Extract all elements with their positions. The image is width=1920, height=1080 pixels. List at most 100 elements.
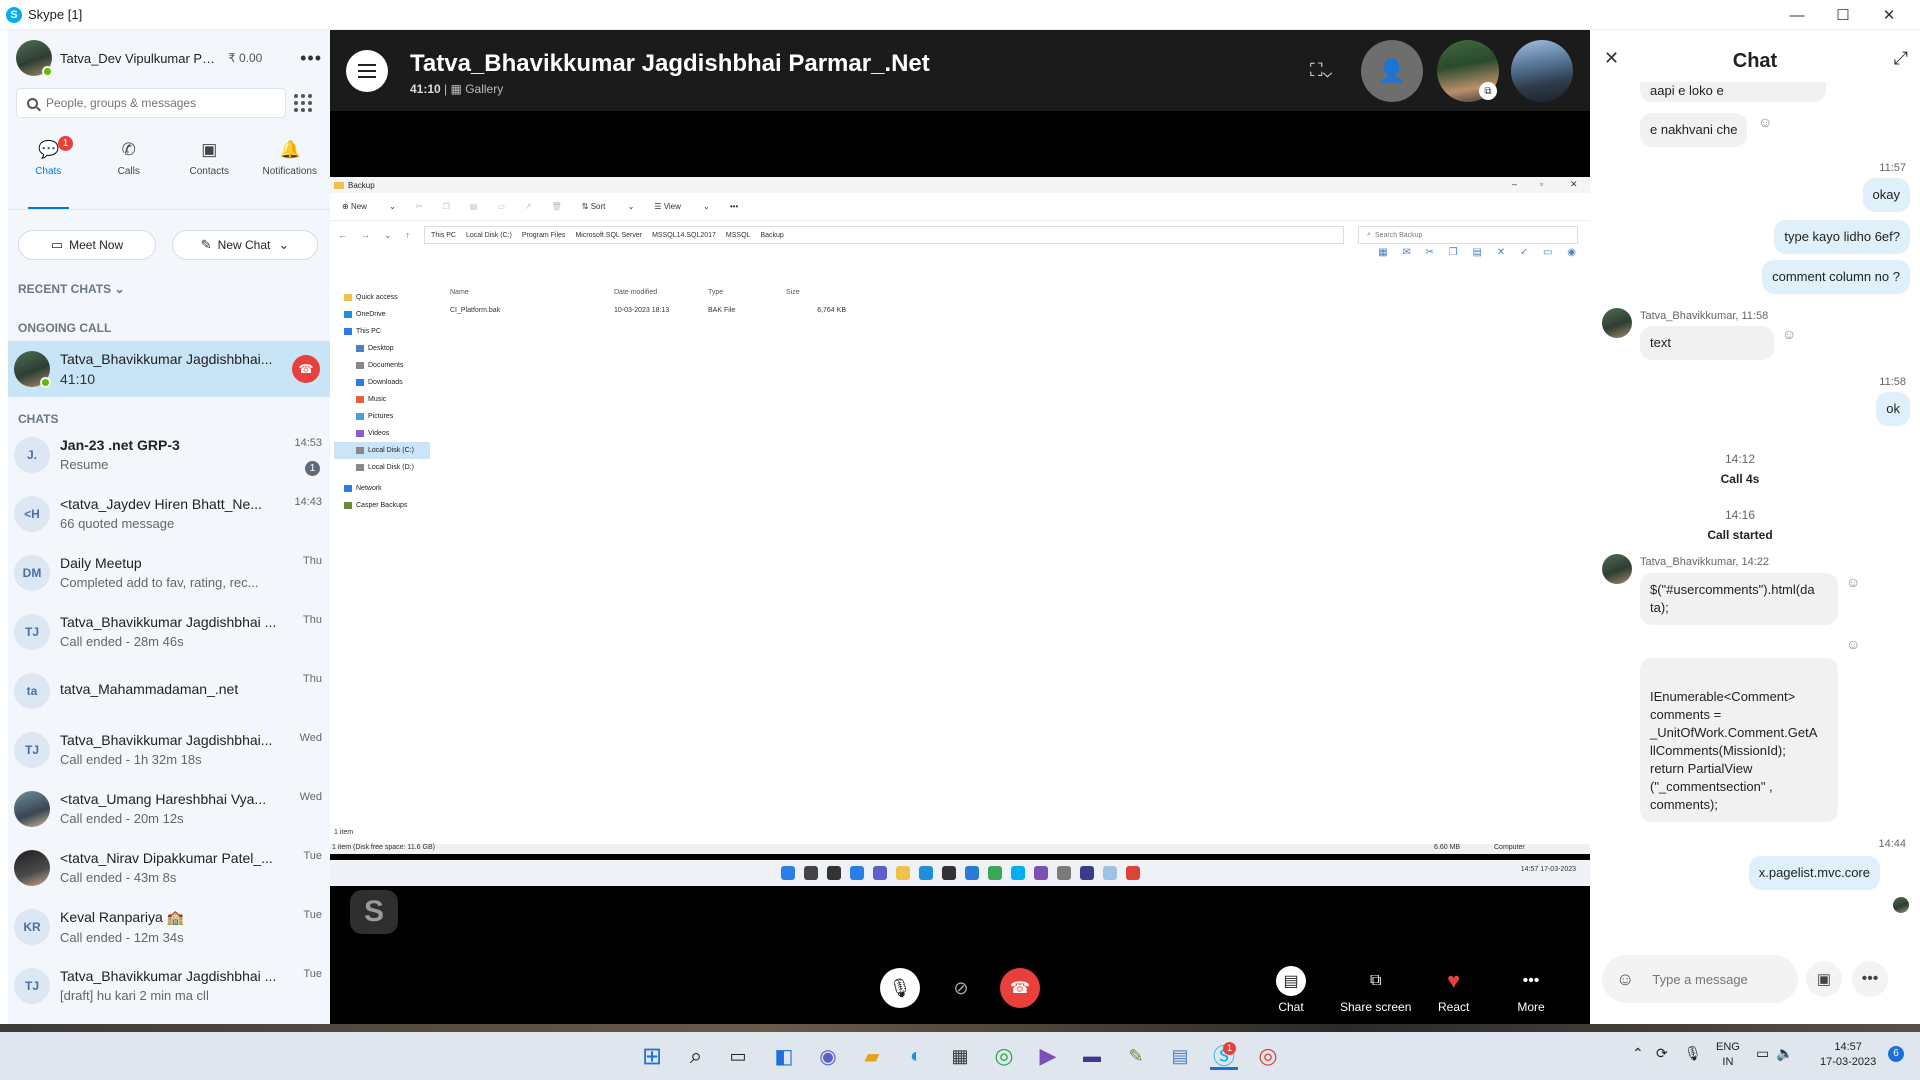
task-view-icon[interactable]: ▭ [724, 1042, 752, 1070]
start-icon[interactable]: ⊞ [638, 1042, 666, 1070]
tab-contacts[interactable]: ▣ Contacts [169, 130, 250, 209]
language-indicator[interactable]: ENG IN [1716, 1040, 1740, 1070]
chat-list-item[interactable]: TJ Tatva_Bhavikkumar Jagdishbhai ... [draf… [8, 956, 330, 1015]
expand-icon[interactable]: ⤢ [1894, 48, 1908, 69]
self-video[interactable] [1511, 40, 1573, 102]
teams-chat-icon[interactable]: ◉ [814, 1042, 842, 1070]
chat-list-item[interactable]: DM Daily Meetup Completed add to fav, rati… [8, 543, 330, 602]
call-time: 14:12 [1724, 452, 1756, 466]
shared-tool-icon [1056, 866, 1071, 880]
ongoing-call-item[interactable]: Tatva_Bhavikkumar Jagdishbhai... 41:10 ☎ [8, 341, 330, 397]
chat-list-item[interactable]: <tatva_Umang Hareshbhai Vya... Call ended… [8, 779, 330, 838]
video-off-icon: ⊘ [953, 977, 969, 998]
notepad-icon[interactable]: ▤ [1166, 1042, 1194, 1070]
search-box[interactable] [16, 88, 286, 118]
tray-chevron-icon[interactable]: ⌃ [1632, 1046, 1644, 1061]
add-participant-button[interactable]: 👤 [1361, 40, 1423, 102]
layout-switch-icon[interactable]: ⛶⌄ [1310, 60, 1336, 80]
dialpad-icon[interactable] [292, 92, 314, 114]
nav-item-label: Downloads [368, 379, 403, 386]
message-input[interactable] [1652, 971, 1783, 987]
message-bubble[interactable]: aapi e loko e [1640, 82, 1826, 102]
edge-icon[interactable]: ◐ [902, 1042, 930, 1070]
chrome2-icon[interactable]: ◎ [1254, 1042, 1282, 1070]
chat-list-item[interactable]: <tatva_Nirav Dipakkumar Patel_... Call en… [8, 838, 330, 897]
message-bubble-own[interactable]: ok [1876, 392, 1910, 426]
chat-list-item[interactable]: TJ Tatva_Bhavikkumar Jagdishbhai... Call e… [8, 720, 330, 779]
hang-up-icon[interactable]: ☎ [292, 355, 320, 383]
tray-mic-icon[interactable]: 🎙 [1684, 1046, 1702, 1061]
chat-list-item[interactable]: ta tatva_Mahammadaman_.net Thu [8, 661, 330, 720]
new-chat-button[interactable]: ✎ New Chat ⌄ [172, 230, 318, 260]
participant-video[interactable]: ⧉ [1437, 40, 1499, 102]
tray-clock[interactable]: 14:57 17-03-2023 [1820, 1040, 1876, 1070]
visual-studio-icon[interactable]: ▶ [1034, 1042, 1062, 1070]
message-bubble[interactable]: text [1640, 326, 1774, 360]
react-smiley-icon[interactable]: ☺ [1782, 326, 1796, 342]
chrome-icon[interactable]: ◎ [990, 1042, 1018, 1070]
skype-taskbar-icon[interactable]: Ⓢ 1 [1210, 1042, 1238, 1070]
message-composer[interactable]: ☺ [1602, 955, 1798, 1003]
chat-list-item[interactable]: KR Keval Ranpariya 🏫 Call ended - 12m 34s T… [8, 897, 330, 956]
chat-list-item[interactable]: K.Keval's .NET Trainee GRP-3Tue [8, 1015, 330, 1024]
maximize-button[interactable]: ☐ [1820, 0, 1866, 30]
file-explorer-icon[interactable]: ▰ [858, 1042, 886, 1070]
tab-calls[interactable]: ✆ Calls [89, 130, 170, 209]
call-view[interactable]: Gallery [465, 82, 503, 96]
call-menu-button[interactable] [346, 50, 388, 92]
nav-item-label: Pictures [368, 413, 394, 420]
chat-preview: 66 quoted message [60, 516, 175, 531]
avatar: TJ [14, 967, 50, 1004]
minimize-button[interactable]: — [1774, 0, 1820, 30]
chat-list-item[interactable]: TJ Tatva_Bhavikkumar Jagdishbhai ... Call … [8, 602, 330, 661]
message-bubble[interactable]: e nakhvani che [1640, 113, 1748, 147]
share-screen-button[interactable]: ⧉ Share screen [1340, 966, 1411, 1014]
message-bubble[interactable]: $("#usercomments").html(da ta); [1640, 573, 1838, 625]
store-icon[interactable]: ▦ [946, 1042, 974, 1070]
tray-display-icon[interactable]: ▭ [1756, 1046, 1769, 1061]
react-smiley-icon[interactable]: ☺ [1846, 636, 1860, 652]
tray-sync-icon[interactable]: ⟳ [1656, 1046, 1668, 1061]
more-button[interactable]: ••• More [1516, 966, 1546, 1014]
end-call-button[interactable]: ☎ [1000, 968, 1040, 1008]
profile-header[interactable]: Tatva_Dev Vipulkumar Patel_... ₹ 0.00 ••… [16, 40, 322, 77]
video-toggle-button[interactable]: ⊘ [941, 968, 981, 1008]
search-icon[interactable]: ⌕ [682, 1042, 710, 1070]
react-button[interactable]: ♥ React [1438, 966, 1469, 1014]
unread-badge: 1 [305, 461, 320, 476]
volume-icon[interactable]: 🔈 [1776, 1046, 1793, 1061]
mute-button[interactable]: 🎙 [880, 968, 920, 1008]
explorer-footer: 1 item (Disk free space: 11.6 GB) 6.60 M… [330, 844, 1590, 854]
composer-more-icon[interactable]: ••• [1852, 961, 1888, 997]
more-options-button[interactable]: ••• [300, 48, 322, 69]
message-bubble-own[interactable]: okay [1862, 178, 1910, 212]
tab-notifications[interactable]: 🔔 Notifications [250, 130, 331, 209]
tab-chats[interactable]: 💬 1 Chats [8, 130, 89, 209]
message-bubble-own[interactable]: x.pagelist.mvc.core [1748, 856, 1880, 890]
attach-file-icon[interactable]: ▣ [1806, 961, 1842, 997]
chat-toggle-label: Chat [1278, 1000, 1304, 1014]
close-window-button[interactable]: ✕ [1866, 0, 1912, 30]
message-bubble-own[interactable]: comment column no ? [1762, 260, 1910, 294]
my-avatar[interactable] [16, 40, 53, 77]
emoji-icon[interactable]: ☺ [1616, 969, 1634, 990]
skype-credit[interactable]: ₹ 0.00 [228, 51, 262, 65]
search-input[interactable] [46, 96, 266, 110]
widgets-icon[interactable]: ◧ [770, 1042, 798, 1070]
message-bubble[interactable]: IEnumerable<Comment> comments = _UnitOfW… [1640, 658, 1838, 822]
meet-now-button[interactable]: ▭ Meet Now [18, 230, 156, 260]
terminal-icon[interactable]: ▬ [1078, 1042, 1106, 1070]
chat-list-item[interactable]: <H <tatva_Jaydev Hiren Bhatt_Ne... 66 quot… [8, 484, 330, 543]
nav-item-icon [344, 502, 352, 509]
tool-icon[interactable]: ✎ [1122, 1042, 1150, 1070]
nav-item-icon [356, 430, 364, 437]
chat-preview: Completed add to fav, rating, rec... [60, 575, 259, 590]
react-smiley-icon[interactable]: ☺ [1758, 114, 1772, 130]
message-bubble-own[interactable]: type kayo lidho 6ef? [1774, 220, 1910, 254]
chat-toggle-button[interactable]: ▤ Chat [1276, 966, 1306, 1014]
react-smiley-icon[interactable]: ☺ [1846, 574, 1860, 590]
recent-chats-toggle[interactable]: RECENT CHATS ⌄ [18, 282, 125, 296]
chat-list-item[interactable]: J. Jan-23 .net GRP-3 Resume 14:53 1 [8, 425, 330, 484]
explorer-cut-icon: ✂ [415, 202, 423, 211]
notification-count[interactable]: 6 [1888, 1046, 1904, 1062]
